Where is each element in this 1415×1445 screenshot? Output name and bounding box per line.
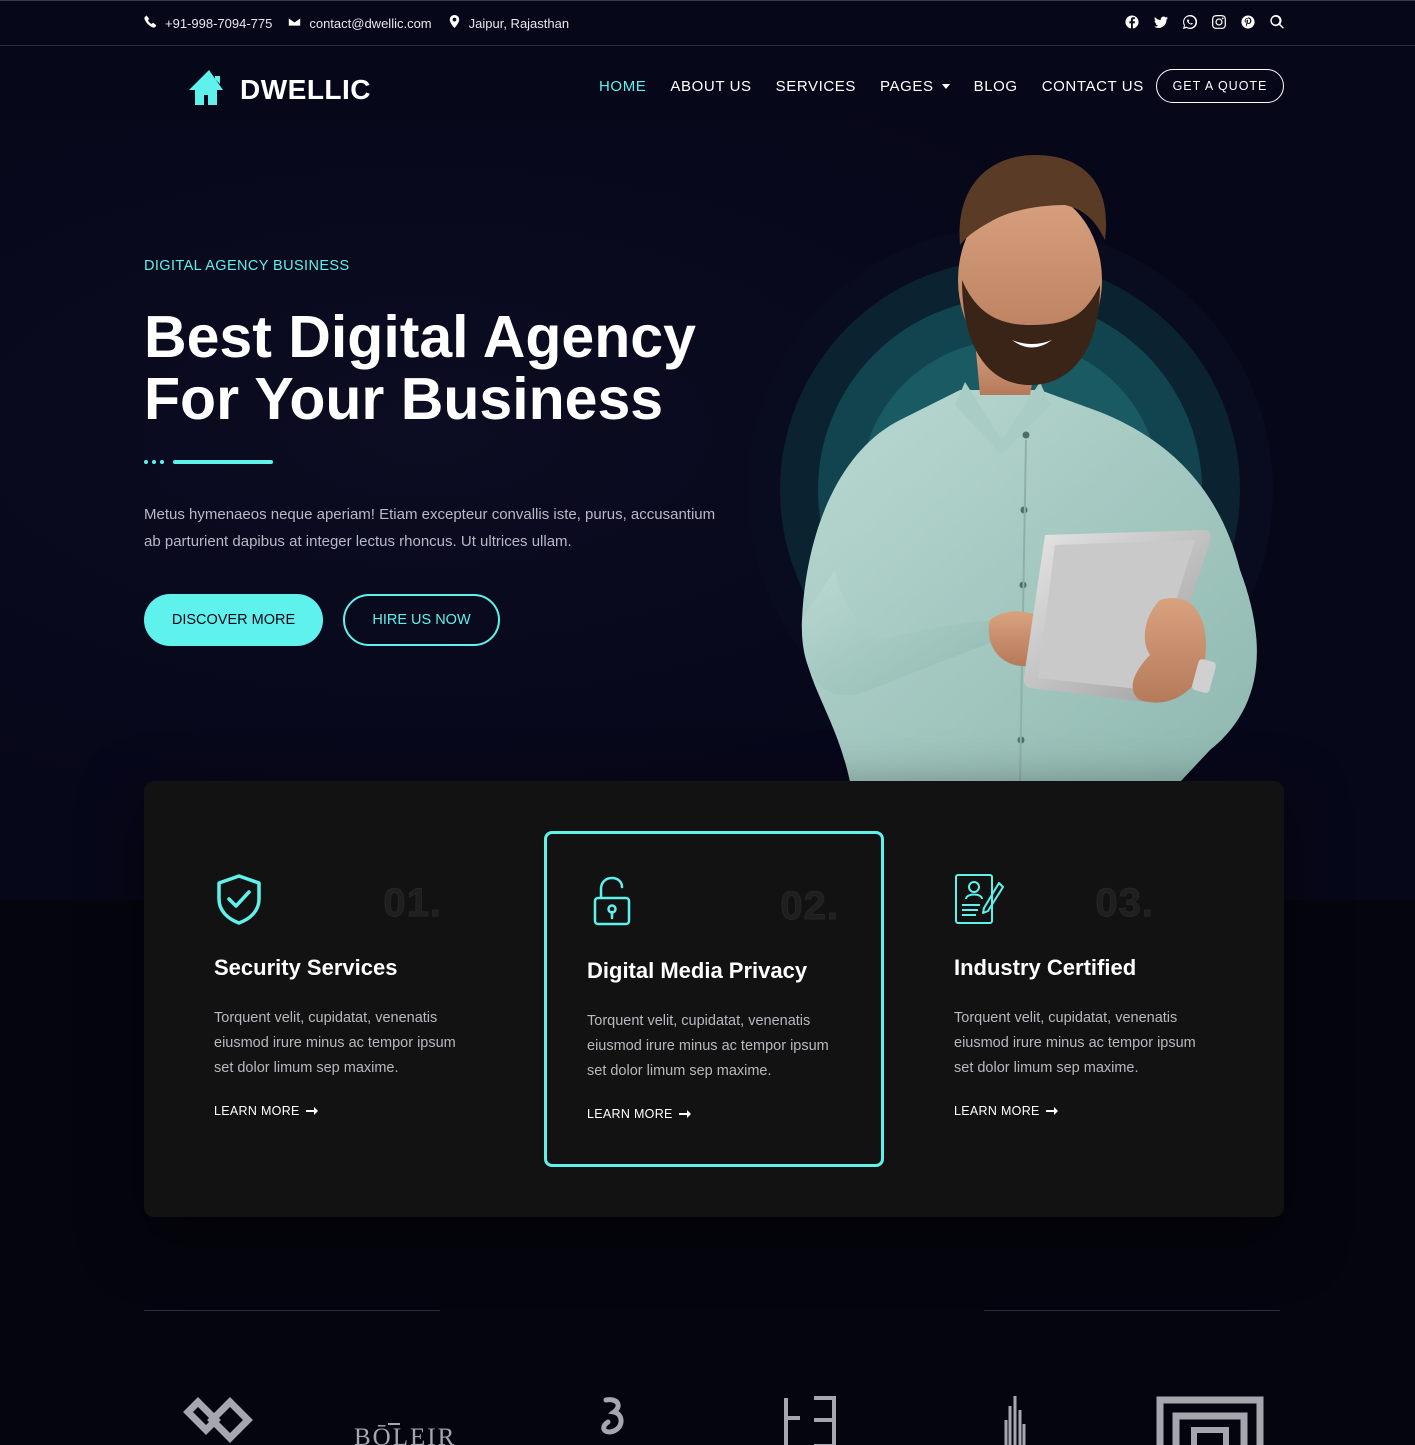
- boleir-logo[interactable]: BŌLEIR: [352, 1420, 476, 1445]
- nav-services[interactable]: SERVICES: [776, 78, 856, 95]
- hero-description: Metus hymenaeos neque aperiam! Etiam exc…: [144, 506, 716, 550]
- feature-card-certified[interactable]: 03. Industry Certified Torquent velit, c…: [884, 831, 1224, 1167]
- hero-image: [740, 150, 1300, 782]
- nav-home[interactable]: HOME: [599, 78, 646, 95]
- learn-more-label: LEARN MORE: [587, 1107, 673, 1121]
- get-a-quote-button[interactable]: GET A QUOTE: [1156, 69, 1284, 103]
- pinterest-icon[interactable]: [1241, 15, 1255, 29]
- learn-more-label: LEARN MORE: [214, 1104, 300, 1118]
- location-item: Jaipur, Rajasthan: [448, 15, 569, 31]
- social-links: [1125, 14, 1284, 30]
- feature-number: 03.: [1095, 881, 1154, 926]
- feature-card-security[interactable]: 01. Security Services Torquent velit, cu…: [144, 831, 484, 1167]
- learn-more-link[interactable]: LEARN MORE: [954, 1104, 1058, 1118]
- instagram-icon[interactable]: [1212, 15, 1226, 29]
- phone-text: +91-998-7094-775: [165, 15, 273, 31]
- feature-title: Industry Certified: [954, 955, 1137, 980]
- phone-icon: [144, 15, 157, 31]
- title-divider: [144, 460, 273, 464]
- partners-rule-right: [984, 1310, 1280, 1311]
- partners-rule-left: [144, 1310, 440, 1311]
- feature-title: Digital Media Privacy: [587, 958, 808, 983]
- hero-eyebrow: DIGITAL AGENCY BUSINESS: [144, 258, 350, 274]
- certificate-icon: [954, 873, 1004, 925]
- nav-about-us[interactable]: ABOUT US: [670, 78, 751, 95]
- phone-item[interactable]: +91-998-7094-775: [144, 15, 272, 31]
- map-pin-icon: [448, 15, 461, 31]
- partner-logos: BŌLEIR: [144, 1380, 1284, 1445]
- tower-logo[interactable]: [1000, 1396, 1030, 1445]
- feature-description: Torquent velit, cupidatat, venenatis eiu…: [954, 1010, 1196, 1076]
- top-bar: +91-998-7094-775 contact@dwellic.com Jai…: [0, 0, 1415, 46]
- location-text: Jaipur, Rajasthan: [468, 15, 570, 31]
- arrow-right-icon: [305, 1107, 318, 1115]
- bracket-logo[interactable]: [780, 1396, 840, 1445]
- diamond-logo[interactable]: [180, 1396, 256, 1445]
- feature-description: Torquent velit, cupidatat, venenatis eiu…: [214, 1010, 456, 1076]
- hero-title: Best Digital Agency For Your Business: [144, 306, 764, 430]
- hire-us-now-button[interactable]: HIRE US NOW: [343, 594, 500, 646]
- hero-title-line2: For Your Business: [144, 366, 664, 432]
- nav-contact-us[interactable]: CONTACT US: [1042, 78, 1144, 95]
- unlock-icon: [587, 876, 637, 928]
- logo-text: DWELLIC: [240, 73, 372, 105]
- house-icon: [187, 68, 232, 111]
- envelope-icon: [288, 15, 301, 31]
- learn-more-link[interactable]: LEARN MORE: [587, 1107, 691, 1121]
- facebook-icon[interactable]: [1125, 15, 1139, 29]
- feature-title: Security Services: [214, 955, 398, 980]
- features-panel: 01. Security Services Torquent velit, cu…: [144, 781, 1284, 1217]
- whatsapp-icon[interactable]: [1183, 14, 1198, 30]
- hero-title-line1: Best Digital Agency: [144, 304, 696, 370]
- nav-pages[interactable]: PAGES: [880, 78, 950, 95]
- learn-more-label: LEARN MORE: [954, 1104, 1040, 1118]
- email-text: contact@dwellic.com: [309, 15, 432, 31]
- search-icon[interactable]: [1270, 15, 1284, 29]
- learn-more-link[interactable]: LEARN MORE: [214, 1104, 318, 1118]
- caret-down-icon: [941, 84, 950, 89]
- logo[interactable]: DWELLIC: [187, 68, 371, 111]
- arrow-right-icon: [678, 1110, 691, 1118]
- nav-blog[interactable]: BLOG: [974, 78, 1018, 95]
- boleir-logo-text: BŌLEIR: [354, 1424, 456, 1445]
- feature-number: 02.: [780, 884, 839, 929]
- contact-info: +91-998-7094-775 contact@dwellic.com Jai…: [144, 15, 569, 31]
- main-nav: HOME ABOUT US SERVICES PAGES BLOG CONTAC…: [599, 78, 1144, 95]
- twitter-icon[interactable]: [1154, 15, 1168, 29]
- discover-more-button[interactable]: DISCOVER MORE: [144, 594, 323, 646]
- nav-pages-label: PAGES: [880, 78, 934, 95]
- arrow-right-icon: [1045, 1107, 1058, 1115]
- shield-check-icon: [214, 873, 264, 925]
- feature-card-privacy[interactable]: 02. Digital Media Privacy Torquent velit…: [544, 831, 884, 1167]
- email-item[interactable]: contact@dwellic.com: [288, 15, 432, 31]
- feature-number: 01.: [383, 881, 442, 926]
- square-logo[interactable]: [1156, 1396, 1264, 1445]
- feature-description: Torquent velit, cupidatat, venenatis eiu…: [587, 1013, 829, 1079]
- b-monogram-logo[interactable]: [598, 1396, 628, 1436]
